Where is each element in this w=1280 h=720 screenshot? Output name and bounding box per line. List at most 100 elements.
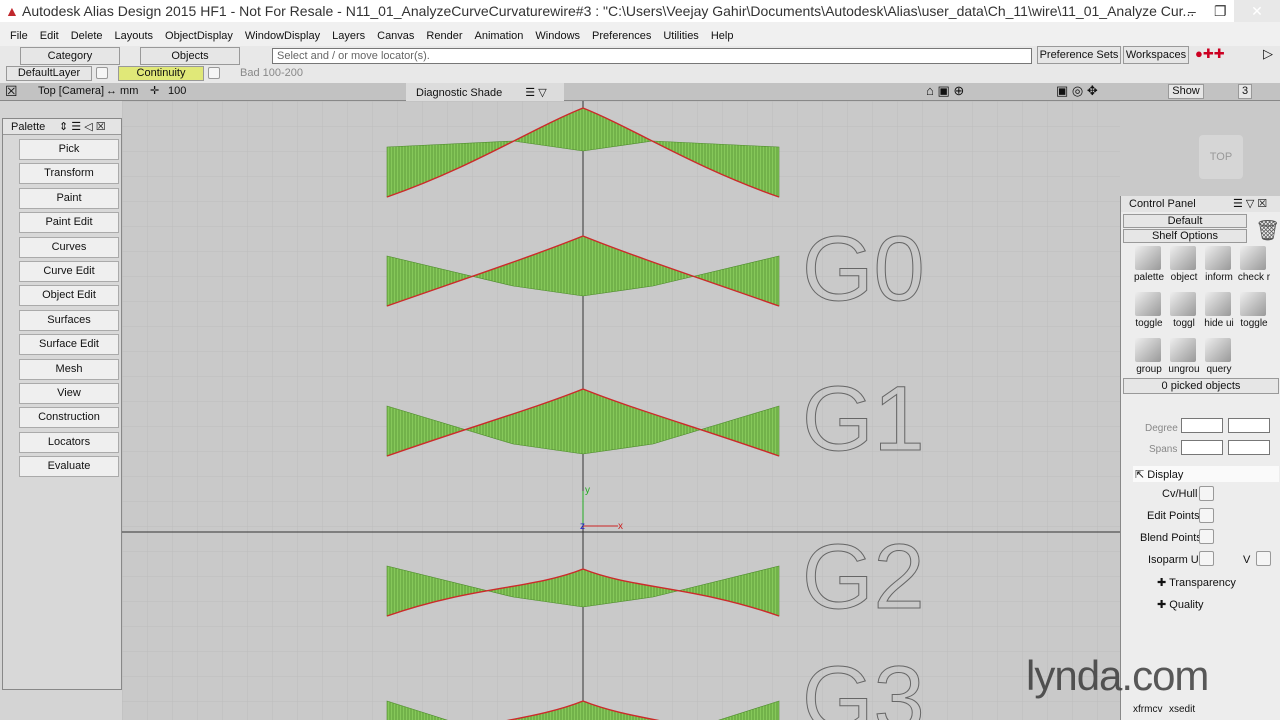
palette-panel: Palette ⇕ ☰ ◁ ☒ Pick Transform Paint Paint … [2,118,122,690]
menu-edit[interactable]: Edit [34,26,65,46]
degree-label: Degree [1145,423,1178,434]
continuity-label-g0: G0 [802,218,925,320]
default-layer-checkbox[interactable] [96,67,108,79]
view-number[interactable]: 3 [1238,84,1252,99]
palette-paint-button[interactable]: Paint [19,187,119,209]
trash-icon[interactable]: 🗑 [1255,218,1280,243]
menu-layers[interactable]: Layers [326,26,371,46]
edit-points-checkbox[interactable] [1199,508,1214,523]
picked-objects-dropdown[interactable]: 0 picked objects [1123,378,1279,394]
spans-field[interactable] [1181,440,1223,455]
palette-surfaces-button[interactable]: Surfaces [19,309,119,331]
edit-points-label: Edit Points [1147,510,1200,522]
menu-windows[interactable]: Windows [529,26,586,46]
expand-arrow-icon[interactable]: ▷ [1263,46,1273,62]
shelf-icon-0[interactable] [1135,246,1161,270]
isoparm-v-checkbox[interactable] [1256,551,1271,566]
close-button[interactable]: ✕ [1234,0,1280,22]
menu-windowdisplay[interactable]: WindowDisplay [239,26,326,46]
palette-curves-button[interactable]: Curves [19,236,119,258]
minimize-button[interactable]: – [1188,0,1196,22]
prompt-line[interactable]: Select and / or move locator(s). [272,48,1032,64]
shelf-icon-3[interactable] [1240,246,1266,270]
menu-utilities[interactable]: Utilities [657,26,704,46]
show-button[interactable]: Show [1168,84,1204,99]
control-panel: Control Panel ☰ ▽ ☒ Default Shelf Option… [1120,196,1280,720]
menu-render[interactable]: Render [420,26,468,46]
palette-locators-button[interactable]: Locators [19,431,119,453]
shelf-icon-9[interactable] [1170,338,1196,362]
menu-help[interactable]: Help [705,26,740,46]
axis-y-label: y [585,485,590,496]
workspaces-button[interactable]: Workspaces [1123,46,1189,64]
blend-points-checkbox[interactable] [1199,529,1214,544]
menu-preferences[interactable]: Preferences [586,26,657,46]
grid-size[interactable]: 100 [168,85,186,97]
xsedit-label[interactable]: xsedit [1169,704,1195,715]
palette-evaluate-button[interactable]: Evaluate [19,456,119,478]
shelf-options-dropdown[interactable]: Shelf Options [1123,229,1247,243]
degree-field-2[interactable] [1228,418,1270,433]
transparency-item[interactable]: ✚ Transparency [1157,576,1236,589]
quality-item[interactable]: ✚ Quality [1157,598,1204,611]
control-panel-title: Control Panel [1129,198,1196,210]
menu-delete[interactable]: Delete [65,26,109,46]
palette-curve-edit-button[interactable]: Curve Edit [19,261,119,282]
bad-layer-label[interactable]: Bad 100-200 [240,67,303,79]
camera-tools-icons[interactable]: ⌂ ▣ ⊕ [926,83,964,99]
palette-paint-edit-button[interactable]: Paint Edit [19,212,119,234]
palette-controls-icon[interactable]: ⇕ ☰ ◁ ☒ [59,120,106,133]
palette-object-edit-button[interactable]: Object Edit [19,285,119,307]
units-label: ↔ mm [106,85,139,97]
camera-label[interactable]: Top [Camera] [38,85,104,97]
category-button[interactable]: Category [20,47,120,65]
shelf-icon-6[interactable] [1205,292,1231,316]
palette-pick-button[interactable]: Pick [19,139,119,160]
palette-view-button[interactable]: View [19,383,119,404]
spans-field-2[interactable] [1228,440,1270,455]
menu-layouts[interactable]: Layouts [109,26,160,46]
view-tools-icons[interactable]: ▣ ◎ ✥ [1056,83,1098,99]
isoparm-u-checkbox[interactable] [1199,551,1214,566]
shelf-icon-2[interactable] [1205,246,1231,270]
cv-hull-checkbox[interactable] [1199,486,1214,501]
shelf-icon-8[interactable] [1135,338,1161,362]
objects-button[interactable]: Objects [140,47,240,65]
default-layer-button[interactable]: DefaultLayer [6,66,92,81]
viewport-canvas[interactable]: G0 G1 G2 G3 x y z [122,101,1120,720]
viewport[interactable]: G0 G1 G2 G3 x y z [122,101,1120,720]
continuity-layer-checkbox[interactable] [208,67,220,79]
shade-mode[interactable]: Diagnostic Shade ☰ ▽ ☒ [406,83,564,112]
palette-construction-button[interactable]: Construction [19,407,119,429]
xfrmcv-label[interactable]: xfrmcv [1133,704,1162,715]
cv-hull-label: Cv/Hull [1162,488,1198,500]
shelf-tool-icons[interactable]: ●✚✚ [1195,46,1225,62]
isoparm-v-label: V [1243,554,1251,566]
shelf-icon-10[interactable] [1205,338,1231,362]
shelf-dropdown[interactable]: Default [1123,214,1247,228]
shelf-label: toggl [1173,318,1195,329]
shelf-label: toggle [1135,318,1163,329]
restore-button[interactable]: ❐ [1214,0,1227,22]
menu-file[interactable]: File [4,26,34,46]
menu-objectdisplay[interactable]: ObjectDisplay [159,26,239,46]
shelf-icon-4[interactable] [1135,292,1161,316]
shelf-icon-7[interactable] [1240,292,1266,316]
preference-sets-button[interactable]: Preference Sets [1037,46,1121,64]
display-section[interactable]: ⇱ Display [1133,466,1279,482]
continuity-label-g2: G2 [802,526,925,628]
palette-surface-edit-button[interactable]: Surface Edit [19,334,119,356]
view-cube[interactable]: TOP [1199,135,1243,179]
display-label: Display [1147,469,1184,481]
continuity-layer-button[interactable]: Continuity [118,66,204,81]
shelf-icon-1[interactable] [1170,246,1196,270]
palette-transform-button[interactable]: Transform [19,163,119,185]
shelf-icon-5[interactable] [1170,292,1196,316]
menu-canvas[interactable]: Canvas [371,26,420,46]
degree-field[interactable] [1181,418,1223,433]
menu-animation[interactable]: Animation [469,26,530,46]
shelf-label: palette [1133,272,1165,283]
close-view-icon[interactable]: ☒ [5,83,18,100]
palette-mesh-button[interactable]: Mesh [19,358,119,380]
panel-controls-icon[interactable]: ☰ ▽ ☒ [1233,197,1267,210]
